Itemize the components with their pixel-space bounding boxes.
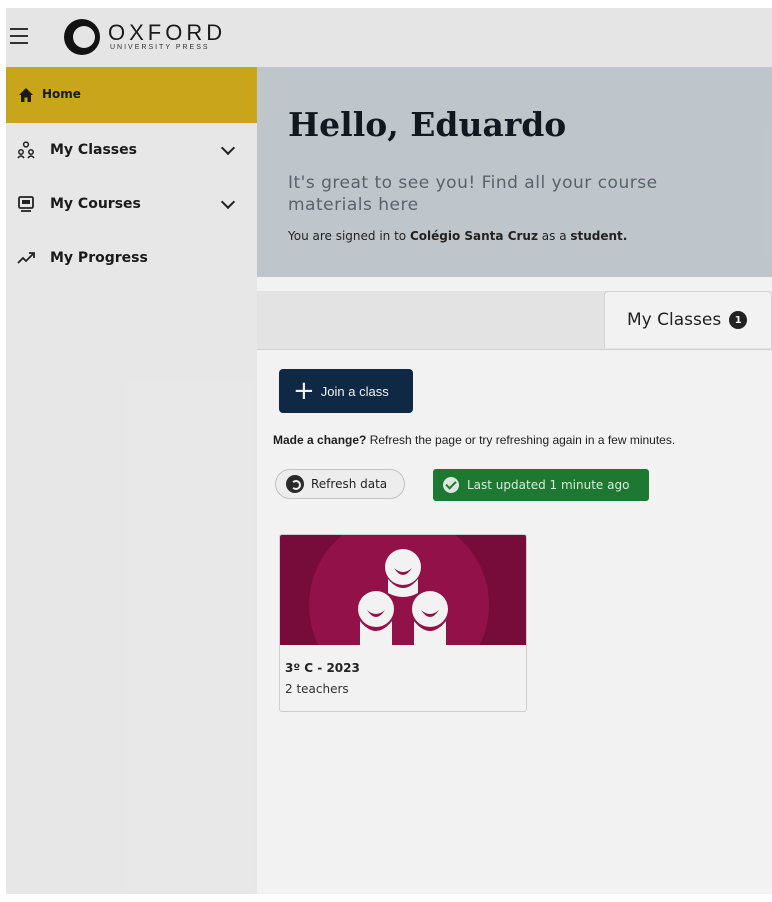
sidebar-item-home[interactable]: Home [6,67,257,123]
page-title: Hello, Eduardo [288,105,567,144]
join-class-label: Join a class [320,383,389,399]
classes-icon [17,141,35,159]
sidebar-item-my-classes[interactable]: My Classes [6,123,257,177]
chevron-down-icon[interactable] [220,140,236,156]
oxford-logo[interactable]: OXFORD UNIVERSITY PRESS [64,18,226,56]
sidebar-item-label: My Classes [50,142,137,158]
class-name: 3º C - 2023 [285,661,360,675]
sidebar-item-my-progress[interactable]: My Progress [6,231,257,285]
class-card-image [280,535,526,645]
tab-label: My Classes [627,310,722,330]
sidebar-item-my-courses[interactable]: My Courses [6,177,257,231]
signed-in-prefix: You are signed in to [288,229,410,243]
progress-icon [17,249,35,267]
home-icon [17,86,35,104]
tab-count-badge: 1 [729,311,748,329]
refresh-icon [286,475,304,493]
hamburger-menu-button[interactable] [6,16,40,56]
join-class-button[interactable]: + Join a class [279,369,413,413]
check-circle-icon [443,477,459,493]
tab-my-classes[interactable]: My Classes 1 [604,291,772,348]
people-group-icon [358,549,448,645]
class-card[interactable]: 3º C - 2023 2 teachers [279,534,527,712]
menu-icon-line [10,28,28,30]
oxford-logo-icon [64,19,100,55]
main-content: Hello, Eduardo It's great to see you! Fi… [257,67,772,894]
sidebar: Home My Classes My Courses My Progress [6,67,257,894]
refresh-data-button[interactable]: Refresh data [275,469,405,499]
signed-in-info: You are signed in to Colégio Santa Cruz … [288,229,627,243]
refresh-data-label: Refresh data [311,477,388,491]
school-name: Colégio Santa Cruz [409,229,538,243]
logo-text: OXFORD UNIVERSITY PRESS [108,19,227,52]
logo-brand-main: OXFORD [108,19,227,45]
user-role: student. [570,229,628,243]
logo-brand-sub: UNIVERSITY PRESS [110,43,210,51]
refresh-hint-bold: Made a change? [273,433,367,447]
refresh-hint: Made a change? Refresh the page or try r… [273,433,675,447]
welcome-banner: Hello, Eduardo It's great to see you! Fi… [257,67,772,277]
menu-icon-line [10,42,28,44]
menu-icon-line [10,35,28,37]
class-teachers: 2 teachers [285,682,349,696]
tab-bar: My Classes 1 [257,291,772,350]
refresh-hint-text: Refresh the page or try refreshing again… [366,433,676,447]
status-badge-label: Last updated 1 minute ago [467,478,630,492]
courses-icon [17,195,35,213]
app-frame: OXFORD UNIVERSITY PRESS Home My Classes … [6,8,772,894]
top-header: OXFORD UNIVERSITY PRESS [6,8,772,67]
plus-icon: + [293,376,315,406]
sidebar-item-label: Home [42,87,81,101]
sidebar-item-label: My Progress [50,250,148,266]
welcome-subtitle: It's great to see you! Find all your cou… [288,173,658,215]
status-badge: Last updated 1 minute ago [433,469,649,501]
chevron-down-icon[interactable] [220,194,236,210]
signed-in-mid: as a [537,229,571,243]
sidebar-item-label: My Courses [50,196,141,212]
